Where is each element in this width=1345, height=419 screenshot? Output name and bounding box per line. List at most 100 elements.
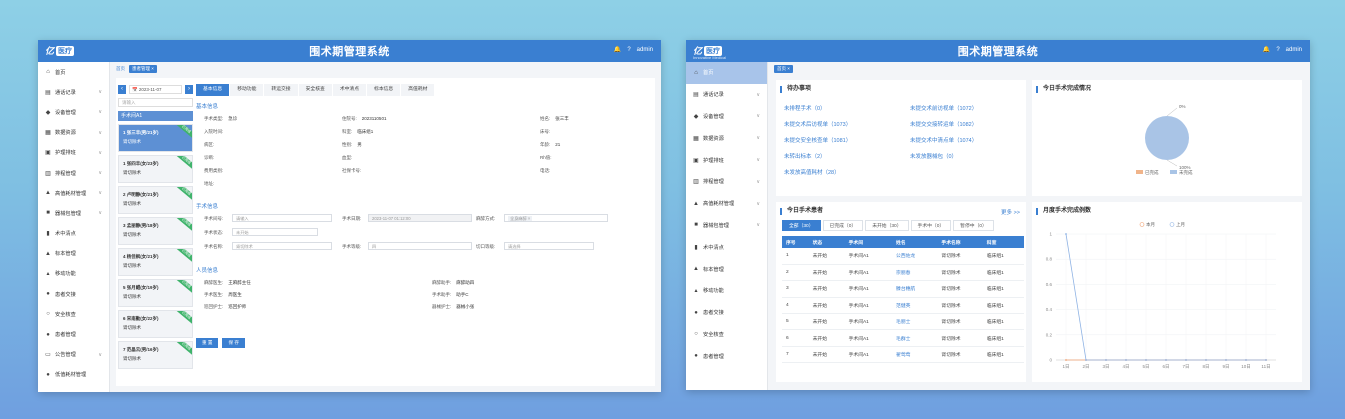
patient-name-link[interactable]: 宗丽春 <box>892 264 938 282</box>
user-name[interactable]: admin <box>1286 47 1302 53</box>
data-point[interactable] <box>1065 233 1067 235</box>
room-input[interactable]: 请输入 <box>232 214 332 222</box>
anesthesia-tag[interactable]: 全身麻醉 × <box>508 216 533 221</box>
filter-tab[interactable]: 已完成（0） <box>822 220 864 231</box>
sidebar-item[interactable]: ▲ 高值耗材管理 ∨ <box>686 193 767 215</box>
patient-card[interactable]: 4 杨佳枫(女/21岁) 肾切除术 已完成 <box>118 248 193 276</box>
more-link[interactable]: 更多 >> <box>1001 208 1020 216</box>
crumb-current-tab[interactable]: 患者管理 × <box>129 65 157 73</box>
crumb-home[interactable]: 首页 <box>116 66 125 72</box>
save-button[interactable]: 保 存 <box>222 338 245 348</box>
data-point[interactable] <box>1185 359 1187 361</box>
patient-card[interactable]: 6 宋南勤(女/22岁) 肾切除术 已完成 <box>118 310 193 338</box>
date-picker[interactable]: 📅 2023-11-07 <box>129 84 182 94</box>
table-row[interactable]: 6 未开始 手术间A1 毛群士 肾切除术 临床组1 <box>782 329 1024 347</box>
sidebar-item[interactable]: ▲ 标本管理 <box>686 258 767 280</box>
patient-name-link[interactable]: 范健英 <box>892 297 938 315</box>
table-row[interactable]: 2 未开始 手术间A1 宗丽春 肾切除术 临床组1 <box>782 264 1024 282</box>
sidebar-item[interactable]: ▴ 移动功能 <box>686 280 767 302</box>
sidebar-item[interactable]: ▣ 护理排班 ∨ <box>38 143 109 163</box>
pie-slice[interactable] <box>1145 116 1189 160</box>
detail-tab[interactable]: 转运交接 <box>264 84 298 96</box>
detail-tab[interactable]: 移动功能 <box>230 84 264 96</box>
help-icon[interactable]: ? <box>627 47 630 53</box>
todo-link[interactable]: 未提交交接转运单（1082） <box>910 120 977 128</box>
patient-name-link[interactable]: 毛群士 <box>892 329 938 347</box>
patient-card[interactable]: 3 孟丽静(男/18岁) 肾切除术 已完成 <box>118 217 193 245</box>
detail-tab[interactable]: 安全核查 <box>298 84 332 96</box>
surgery-date-input[interactable]: 2023-11-07 01:12:00 <box>368 214 472 222</box>
sidebar-item[interactable]: ⌂ 首页 <box>686 62 767 84</box>
patient-card[interactable]: 1 张四丰(女/23岁) 肾切除术 已完成 <box>118 155 193 183</box>
detail-tab[interactable]: 术中清点 <box>332 84 367 96</box>
surgery-level-input[interactable]: 四 <box>368 242 472 250</box>
data-point[interactable] <box>1105 359 1107 361</box>
sidebar-item[interactable]: ▥ 排程管理 ∨ <box>686 171 767 193</box>
table-row[interactable]: 4 未开始 手术间A1 范健英 肾切除术 临床组1 <box>782 297 1024 315</box>
sidebar-item[interactable]: ▤ 通话记录 ∨ <box>686 84 767 106</box>
data-point[interactable] <box>1205 359 1207 361</box>
sidebar-item[interactable]: ▦ 数据资源 ∨ <box>686 127 767 149</box>
sidebar-item[interactable]: ● 患者管理 <box>38 324 109 344</box>
data-point[interactable] <box>1125 359 1127 361</box>
patient-name-link[interactable]: 公西佐龙 <box>892 248 938 265</box>
sidebar-item[interactable]: ▤ 通话记录 ∨ <box>38 82 109 102</box>
filter-tab[interactable]: 未开始（30） <box>865 220 909 231</box>
data-point[interactable] <box>1065 359 1067 361</box>
sidebar-item[interactable]: ● 患者交接 <box>38 284 109 304</box>
patient-search-input[interactable]: 请输入 <box>118 98 193 107</box>
patient-name-link[interactable]: 滕台穗航 <box>892 280 938 298</box>
data-point[interactable] <box>1265 359 1267 361</box>
prev-day-button[interactable]: ‹ <box>118 84 126 94</box>
sidebar-item[interactable]: ◆ 设备管理 ∨ <box>38 102 109 122</box>
data-point[interactable] <box>1245 359 1247 361</box>
table-row[interactable]: 3 未开始 手术间A1 滕台穗航 肾切除术 临床组1 <box>782 280 1024 298</box>
surgery-name-select[interactable]: 肾切除术 <box>232 242 332 250</box>
sidebar-item[interactable]: ■ 器械包管理 ∨ <box>38 203 109 223</box>
detail-tab[interactable]: 标本信息 <box>367 84 401 96</box>
todo-link[interactable]: 未发放高值耗材（28） <box>784 168 840 176</box>
data-point[interactable] <box>1145 359 1147 361</box>
todo-link[interactable]: 未排程手术（0） <box>784 104 826 112</box>
next-day-button[interactable]: › <box>185 84 193 94</box>
table-row[interactable]: 7 未开始 手术间A1 翟莺莺 肾切除术 临床组1 <box>782 346 1024 364</box>
sidebar-item[interactable]: ▣ 护理排班 ∨ <box>686 149 767 171</box>
sidebar-item[interactable]: ▥ 排程管理 ∨ <box>38 163 109 183</box>
sidebar-item[interactable]: ● 低值耗材管理 <box>38 365 109 385</box>
patient-card[interactable]: 2 卢明静(女/21岁) 肾切除术 已完成 <box>118 186 193 214</box>
table-row[interactable]: 1 未开始 手术间A1 公西佐龙 肾切除术 临床组1 <box>782 248 1024 265</box>
sidebar-item[interactable]: ▦ 数据资源 ∨ <box>38 123 109 143</box>
data-point[interactable] <box>1085 359 1087 361</box>
patient-card[interactable]: 7 范晶云(男/16岁) 肾切除术 已完成 <box>118 341 193 369</box>
bell-icon[interactable]: 🔔 <box>1263 46 1270 53</box>
bell-icon[interactable]: 🔔 <box>614 46 621 53</box>
filter-tab[interactable]: 手术中（0） <box>910 220 952 231</box>
room-header[interactable]: 手术间A1 <box>118 111 193 121</box>
sidebar-item[interactable]: ▮ 术中清点 <box>686 236 767 258</box>
sidebar-item[interactable]: ● 患者管理 <box>686 345 767 367</box>
sidebar-item[interactable]: ⌂ 首页 <box>38 62 109 82</box>
patient-name-link[interactable]: 毛丽士 <box>892 313 938 331</box>
data-point[interactable] <box>1225 359 1227 361</box>
sidebar-item[interactable]: ▲ 高值耗材管理 ∨ <box>38 183 109 203</box>
anesthesia-select[interactable]: 全身麻醉 × <box>504 214 608 222</box>
todo-link[interactable]: 未发放器械包（0） <box>910 152 957 160</box>
incision-level-select[interactable]: 请选择 <box>504 242 594 250</box>
sidebar-item[interactable]: ▲ 标本管理 <box>38 244 109 264</box>
filter-tab[interactable]: 全部（30） <box>782 220 821 231</box>
sidebar-item[interactable]: ▮ 术中清点 <box>38 224 109 244</box>
sidebar-item[interactable]: ◆ 设备管理 ∨ <box>686 106 767 128</box>
patient-name-link[interactable]: 翟莺莺 <box>892 346 938 364</box>
todo-link[interactable]: 未转出标本（2） <box>784 152 826 160</box>
sidebar-item[interactable]: ○ 安全核查 <box>38 304 109 324</box>
table-row[interactable]: 5 未开始 手术间A1 毛丽士 肾切除术 临床组1 <box>782 313 1024 331</box>
todo-link[interactable]: 未提交术后访视单（1073） <box>784 120 851 128</box>
sidebar-item[interactable]: ▴ 移动功能 <box>38 264 109 284</box>
todo-link[interactable]: 未提交术前访视单（1072） <box>910 104 977 112</box>
detail-tab[interactable]: 基本信息 <box>196 84 230 96</box>
reset-button[interactable]: 重 置 <box>196 338 219 348</box>
help-icon[interactable]: ? <box>1276 47 1279 53</box>
crumb-current-tab[interactable]: 首页 × <box>774 65 793 73</box>
sidebar-item[interactable]: ○ 安全核查 <box>686 324 767 346</box>
data-point[interactable] <box>1165 359 1167 361</box>
